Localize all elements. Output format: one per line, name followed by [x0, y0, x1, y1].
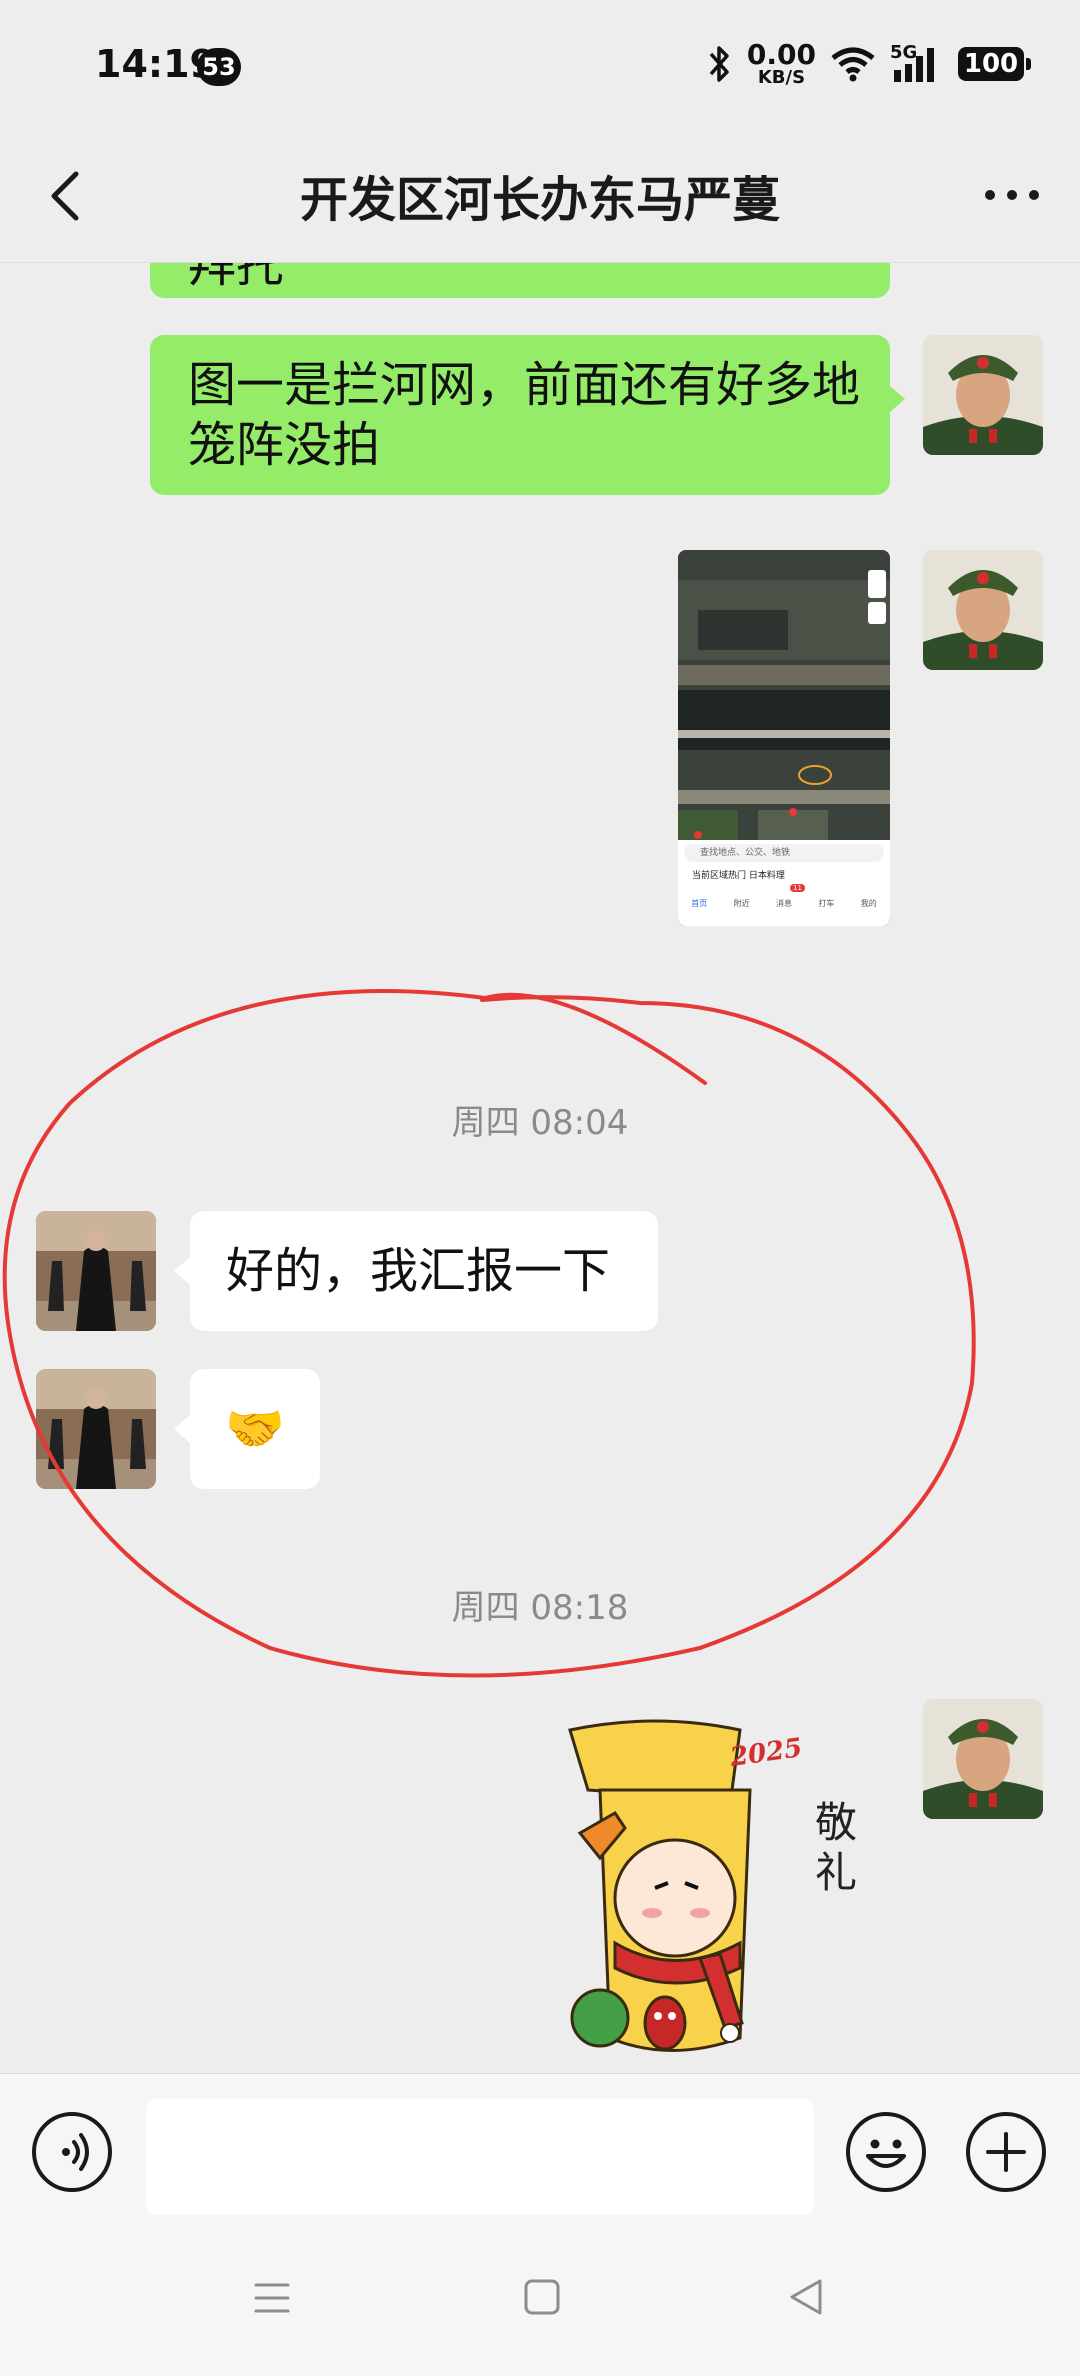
net-speed: 0.00 KB/S [747, 41, 816, 87]
bluetooth-icon [709, 46, 729, 82]
square-icon [524, 2279, 560, 2315]
more-functions-button[interactable] [966, 2112, 1046, 2192]
status-bar: 14:19 53 0.00 KB/S 5G 100 [0, 0, 1080, 130]
system-icons: 0.00 KB/S 5G 100 [707, 40, 1031, 88]
system-navigation-bar [0, 2223, 1080, 2376]
home-nav-button[interactable] [522, 2277, 562, 2317]
voice-wave-icon [62, 2133, 89, 2171]
battery-indicator: 100 [958, 47, 1031, 81]
cellular-signal-icon: 5G [890, 42, 944, 84]
chevron-left-icon [51, 171, 79, 221]
chat-title: 开发区河长办东马严蔓 [299, 172, 780, 228]
plus-icon [986, 2132, 1026, 2172]
message-input[interactable] [146, 2099, 814, 2215]
wifi-icon [831, 47, 875, 82]
hamburger-icon [254, 2283, 290, 2313]
menu-nav-button[interactable] [252, 2273, 292, 2323]
chat-header: 开发区河长办东马严蔓 [0, 130, 1080, 263]
message-input-bar [0, 2073, 1080, 2224]
red-circle-annotation [2, 989, 976, 1678]
chat-messages-area[interactable]: 拜托 图一是拦河网，前面还有好多地笼阵没拍 查找地点、公交、地铁 当前区域热门 … [0, 263, 1080, 2073]
back-button[interactable] [38, 166, 98, 226]
emoji-button[interactable] [846, 2112, 926, 2192]
net-speed-unit: KB/S [757, 67, 806, 88]
back-nav-button[interactable] [786, 2275, 826, 2319]
net-speed-value: 0.00 [746, 38, 816, 71]
voice-input-button[interactable] [32, 2112, 112, 2192]
more-dots-icon [985, 190, 1039, 200]
more-options-button[interactable] [982, 170, 1042, 220]
smiley-icon [866, 2139, 906, 2168]
triangle-back-icon [790, 2279, 822, 2315]
notification-count-badge: 53 [197, 48, 241, 86]
